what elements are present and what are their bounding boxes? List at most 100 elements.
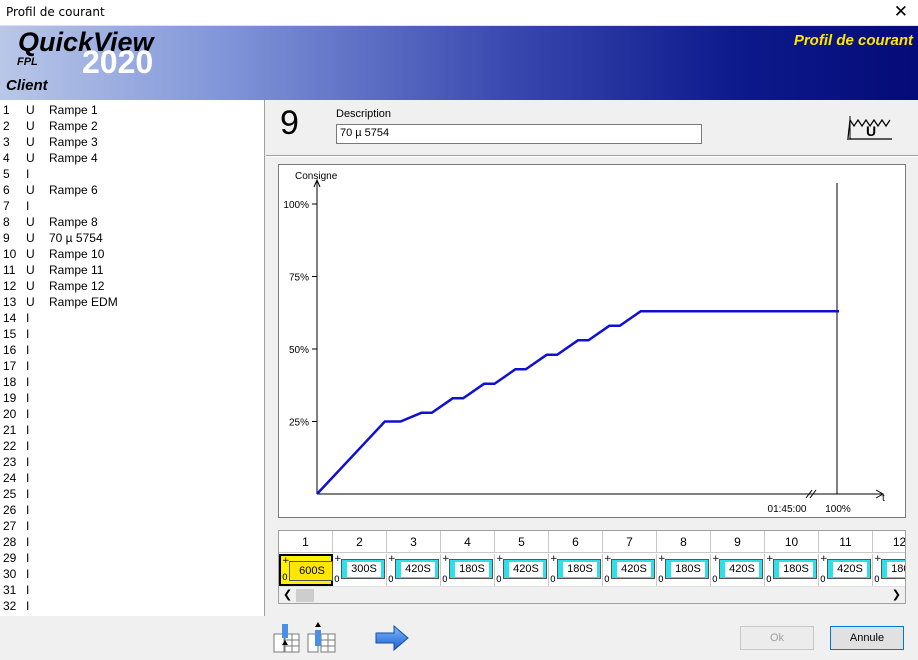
list-item[interactable]: 6 U Rampe 6 (0, 182, 264, 198)
list-item[interactable]: 13 U Rampe EDM (0, 294, 264, 310)
list-item[interactable]: 15 I (0, 326, 264, 342)
scroll-right-icon[interactable]: ❯ (892, 588, 901, 601)
step-cell[interactable]: +0 420S (711, 554, 765, 586)
horizontal-scrollbar[interactable]: ❮ ❯ (279, 586, 905, 603)
scroll-thumb[interactable] (296, 589, 314, 602)
step-header: 12 (873, 531, 905, 553)
step-box[interactable]: 420S (719, 559, 763, 579)
step-box[interactable]: 420S (503, 559, 547, 579)
list-item[interactable]: 28 I (0, 534, 264, 550)
list-item[interactable]: 27 I (0, 518, 264, 534)
list-item-name: Rampe 11 (49, 263, 104, 277)
description-input[interactable]: 70 µ 5754 (336, 124, 702, 144)
step-box[interactable]: 420S (395, 559, 439, 579)
step-cell[interactable]: +0 420S (387, 554, 441, 586)
ok-button[interactable]: Ok (740, 626, 814, 650)
list-item-number: 21 (3, 423, 17, 437)
description-label: Description (336, 108, 392, 120)
scroll-left-icon[interactable]: ❮ (283, 588, 292, 601)
step-duration: 600S (295, 564, 329, 579)
list-item[interactable]: 3 U Rampe 3 (0, 134, 264, 150)
list-item-number: 16 (3, 343, 17, 357)
list-item-type: U (26, 215, 35, 229)
step-box[interactable]: 300S (341, 559, 385, 579)
list-item[interactable]: 1 U Rampe 1 (0, 102, 264, 118)
cancel-button[interactable]: Annule (830, 626, 904, 650)
step-box[interactable]: 180S (665, 559, 709, 579)
step-zero: 0 (282, 573, 288, 583)
list-item[interactable]: 8 U Rampe 8 (0, 214, 264, 230)
waveform-icon[interactable]: U (844, 112, 896, 142)
list-item[interactable]: 4 U Rampe 4 (0, 150, 264, 166)
list-item[interactable]: 25 I (0, 486, 264, 502)
list-item[interactable]: 5I (0, 166, 264, 182)
list-item[interactable]: 23 I (0, 454, 264, 470)
list-item-number: 3 (3, 135, 10, 149)
list-item-type: I (26, 407, 30, 421)
step-duration: 180S (563, 562, 597, 577)
list-item[interactable]: 16 I (0, 342, 264, 358)
step-box[interactable]: 600S (289, 561, 333, 581)
step-cell[interactable]: +0180S (657, 554, 711, 586)
list-item-number: 22 (3, 439, 17, 453)
list-item[interactable]: 21 I (0, 422, 264, 438)
list-item[interactable]: 7I (0, 198, 264, 214)
step-cell[interactable]: +0180S (441, 554, 495, 586)
list-item-number: 24 (3, 471, 17, 485)
list-item[interactable]: 18 I (0, 374, 264, 390)
step-box[interactable]: 180S (773, 559, 817, 579)
step-cell[interactable]: +0 420S (495, 554, 549, 586)
step-cell[interactable]: +0 420S (603, 554, 657, 586)
list-item-type: I (26, 583, 30, 597)
list-item[interactable]: 24 I (0, 470, 264, 486)
list-item[interactable]: 14 I (0, 310, 264, 326)
move-step-up-icon[interactable] (306, 622, 338, 654)
step-header: 5 (495, 531, 549, 553)
step-cell[interactable]: +0 600S (279, 554, 333, 586)
list-item-name: Rampe 12 (49, 279, 105, 293)
list-item[interactable]: 2 U Rampe 2 (0, 118, 264, 134)
list-item[interactable]: 20 I (0, 406, 264, 422)
step-box[interactable]: 420S (827, 559, 871, 579)
profile-list[interactable]: 1 U Rampe 1 2 U Rampe 2 3 U Rampe 3 4 U Rampe 45I6U… (0, 100, 265, 616)
list-item[interactable]: 19 I (0, 390, 264, 406)
close-icon[interactable]: ✕ (894, 2, 908, 22)
step-cell[interactable]: +0180S (549, 554, 603, 586)
y-axis-label: Consigne (295, 171, 338, 182)
chart-svg: 25% 50% 75% 100% Consigne t 01:45:00 100% (283, 171, 885, 515)
step-header: 4 (441, 531, 495, 553)
step-grid[interactable]: 1 +0 600S 2 +0 300S 3 +0 420S 4 +0 180S 5 +0 420S 6 +0 18… (278, 530, 906, 604)
list-item[interactable]: 17 I (0, 358, 264, 374)
list-item[interactable]: 30 I (0, 566, 264, 582)
step-box[interactable]: 180S (557, 559, 601, 579)
list-item-type: I (26, 599, 30, 613)
step-cell[interactable]: +0180S (765, 554, 819, 586)
list-item[interactable]: 12 U Rampe 12 (0, 278, 264, 294)
step-cell[interactable]: +0180S (873, 554, 905, 586)
list-item[interactable]: 9 U 70 µ 5754 (0, 230, 264, 246)
list-item[interactable]: 10 U Rampe 10 (0, 246, 264, 262)
list-item-type: I (26, 391, 30, 405)
list-item[interactable]: 22 I (0, 438, 264, 454)
list-item[interactable]: 26 I (0, 502, 264, 518)
step-box[interactable]: 180S (881, 559, 905, 579)
step-zero: 0 (604, 575, 610, 585)
list-item[interactable]: 32 I (0, 598, 264, 614)
step-box[interactable]: 420S (611, 559, 655, 579)
list-item-name: Rampe EDM (49, 295, 118, 309)
move-step-down-icon[interactable] (272, 622, 302, 654)
next-arrow-icon[interactable] (374, 624, 410, 652)
list-item-number: 28 (3, 535, 17, 549)
list-item-number: 13 (3, 295, 17, 309)
step-zero: 0 (712, 575, 718, 585)
list-item[interactable]: 31 I (0, 582, 264, 598)
list-item[interactable]: 11 U Rampe 11 (0, 262, 264, 278)
list-item-type: I (26, 311, 30, 325)
step-cell[interactable]: +0 420S (819, 554, 873, 586)
list-item-type: I (26, 551, 30, 565)
step-cell[interactable]: +0 300S (333, 554, 387, 586)
list-item-number: 1 (3, 103, 10, 117)
list-item-type: I (26, 359, 30, 373)
list-item[interactable]: 29 I (0, 550, 264, 566)
step-box[interactable]: 180S (449, 559, 493, 579)
